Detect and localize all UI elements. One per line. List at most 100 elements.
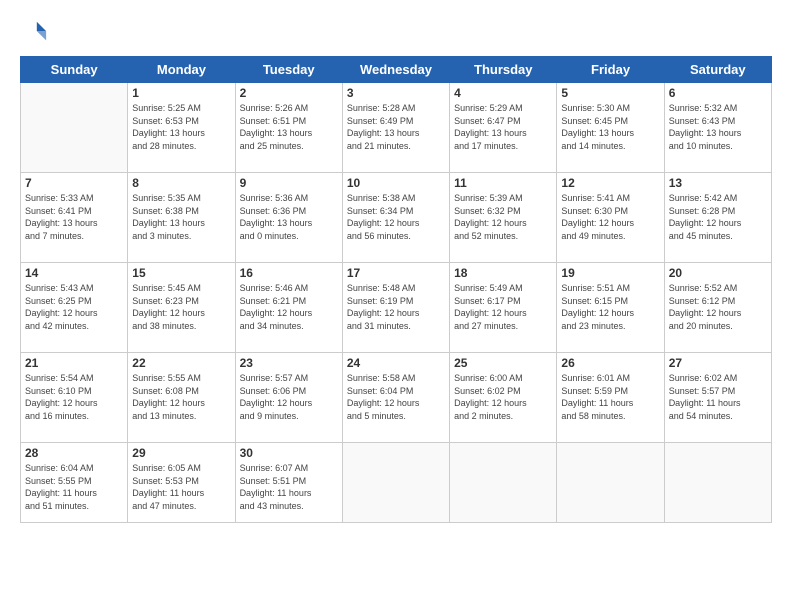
calendar-table: SundayMondayTuesdayWednesdayThursdayFrid… bbox=[20, 56, 772, 523]
calendar-cell bbox=[450, 443, 557, 523]
day-header-friday: Friday bbox=[557, 57, 664, 83]
cell-info: Sunrise: 5:42 AM Sunset: 6:28 PM Dayligh… bbox=[669, 192, 767, 242]
cell-date: 25 bbox=[454, 356, 552, 370]
calendar-cell: 21 Sunrise: 5:54 AM Sunset: 6:10 PM Dayli… bbox=[21, 353, 128, 443]
calendar-cell: 19 Sunrise: 5:51 AM Sunset: 6:15 PM Dayli… bbox=[557, 263, 664, 353]
cell-info: Sunrise: 5:25 AM Sunset: 6:53 PM Dayligh… bbox=[132, 102, 230, 152]
cell-info: Sunrise: 6:07 AM Sunset: 5:51 PM Dayligh… bbox=[240, 462, 338, 512]
calendar-cell: 13 Sunrise: 5:42 AM Sunset: 6:28 PM Dayli… bbox=[664, 173, 771, 263]
cell-date: 30 bbox=[240, 446, 338, 460]
cell-info: Sunrise: 5:41 AM Sunset: 6:30 PM Dayligh… bbox=[561, 192, 659, 242]
cell-date: 19 bbox=[561, 266, 659, 280]
cell-info: Sunrise: 5:28 AM Sunset: 6:49 PM Dayligh… bbox=[347, 102, 445, 152]
cell-date: 18 bbox=[454, 266, 552, 280]
cell-info: Sunrise: 5:51 AM Sunset: 6:15 PM Dayligh… bbox=[561, 282, 659, 332]
cell-info: Sunrise: 5:57 AM Sunset: 6:06 PM Dayligh… bbox=[240, 372, 338, 422]
cell-info: Sunrise: 5:55 AM Sunset: 6:08 PM Dayligh… bbox=[132, 372, 230, 422]
cell-date: 10 bbox=[347, 176, 445, 190]
cell-date: 9 bbox=[240, 176, 338, 190]
cell-info: Sunrise: 5:52 AM Sunset: 6:12 PM Dayligh… bbox=[669, 282, 767, 332]
calendar-cell: 15 Sunrise: 5:45 AM Sunset: 6:23 PM Dayli… bbox=[128, 263, 235, 353]
cell-info: Sunrise: 6:04 AM Sunset: 5:55 PM Dayligh… bbox=[25, 462, 123, 512]
cell-info: Sunrise: 6:00 AM Sunset: 6:02 PM Dayligh… bbox=[454, 372, 552, 422]
calendar-cell: 10Sunrise: 5:38 AM Sunset: 6:34 PM Dayli… bbox=[342, 173, 449, 263]
calendar-cell: 29 Sunrise: 6:05 AM Sunset: 5:53 PM Dayli… bbox=[128, 443, 235, 523]
cell-date: 7 bbox=[25, 176, 123, 190]
calendar-cell bbox=[557, 443, 664, 523]
cell-info: Sunrise: 5:43 AM Sunset: 6:25 PM Dayligh… bbox=[25, 282, 123, 332]
calendar-cell: 1 Sunrise: 5:25 AM Sunset: 6:53 PM Daylig… bbox=[128, 83, 235, 173]
calendar-cell: 6 Sunrise: 5:32 AM Sunset: 6:43 PM Daylig… bbox=[664, 83, 771, 173]
cell-info: Sunrise: 5:39 AM Sunset: 6:32 PM Dayligh… bbox=[454, 192, 552, 242]
day-header-monday: Monday bbox=[128, 57, 235, 83]
cell-date: 12 bbox=[561, 176, 659, 190]
cell-date: 5 bbox=[561, 86, 659, 100]
cell-date: 27 bbox=[669, 356, 767, 370]
cell-date: 22 bbox=[132, 356, 230, 370]
calendar-cell: 23 Sunrise: 5:57 AM Sunset: 6:06 PM Dayli… bbox=[235, 353, 342, 443]
calendar-cell: 3 Sunrise: 5:28 AM Sunset: 6:49 PM Daylig… bbox=[342, 83, 449, 173]
day-header-saturday: Saturday bbox=[664, 57, 771, 83]
calendar-cell: 28 Sunrise: 6:04 AM Sunset: 5:55 PM Dayli… bbox=[21, 443, 128, 523]
cell-info: Sunrise: 5:30 AM Sunset: 6:45 PM Dayligh… bbox=[561, 102, 659, 152]
calendar-cell: 26 Sunrise: 6:01 AM Sunset: 5:59 PM Dayli… bbox=[557, 353, 664, 443]
calendar-cell: 24 Sunrise: 5:58 AM Sunset: 6:04 PM Dayli… bbox=[342, 353, 449, 443]
calendar-cell: 20 Sunrise: 5:52 AM Sunset: 6:12 PM Dayli… bbox=[664, 263, 771, 353]
calendar-cell bbox=[342, 443, 449, 523]
calendar-cell: 30 Sunrise: 6:07 AM Sunset: 5:51 PM Dayli… bbox=[235, 443, 342, 523]
calendar-cell: 5 Sunrise: 5:30 AM Sunset: 6:45 PM Daylig… bbox=[557, 83, 664, 173]
cell-date: 17 bbox=[347, 266, 445, 280]
cell-date: 29 bbox=[132, 446, 230, 460]
calendar-cell: 7Sunrise: 5:33 AM Sunset: 6:41 PM Daylig… bbox=[21, 173, 128, 263]
calendar-cell: 16Sunrise: 5:46 AM Sunset: 6:21 PM Dayli… bbox=[235, 263, 342, 353]
calendar-cell: 12 Sunrise: 5:41 AM Sunset: 6:30 PM Dayli… bbox=[557, 173, 664, 263]
cell-date: 21 bbox=[25, 356, 123, 370]
cell-date: 20 bbox=[669, 266, 767, 280]
cell-info: Sunrise: 6:05 AM Sunset: 5:53 PM Dayligh… bbox=[132, 462, 230, 512]
cell-info: Sunrise: 5:32 AM Sunset: 6:43 PM Dayligh… bbox=[669, 102, 767, 152]
cell-info: Sunrise: 5:46 AM Sunset: 6:21 PM Dayligh… bbox=[240, 282, 338, 332]
cell-info: Sunrise: 5:45 AM Sunset: 6:23 PM Dayligh… bbox=[132, 282, 230, 332]
calendar-cell: 25 Sunrise: 6:00 AM Sunset: 6:02 PM Dayli… bbox=[450, 353, 557, 443]
cell-info: Sunrise: 5:49 AM Sunset: 6:17 PM Dayligh… bbox=[454, 282, 552, 332]
cell-date: 11 bbox=[454, 176, 552, 190]
cell-info: Sunrise: 5:54 AM Sunset: 6:10 PM Dayligh… bbox=[25, 372, 123, 422]
cell-info: Sunrise: 6:02 AM Sunset: 5:57 PM Dayligh… bbox=[669, 372, 767, 422]
calendar-cell: 4 Sunrise: 5:29 AM Sunset: 6:47 PM Daylig… bbox=[450, 83, 557, 173]
day-header-sunday: Sunday bbox=[21, 57, 128, 83]
cell-date: 26 bbox=[561, 356, 659, 370]
calendar-cell bbox=[664, 443, 771, 523]
logo bbox=[20, 18, 52, 46]
cell-info: Sunrise: 5:26 AM Sunset: 6:51 PM Dayligh… bbox=[240, 102, 338, 152]
cell-date: 13 bbox=[669, 176, 767, 190]
cell-info: Sunrise: 5:48 AM Sunset: 6:19 PM Dayligh… bbox=[347, 282, 445, 332]
page: SundayMondayTuesdayWednesdayThursdayFrid… bbox=[0, 0, 792, 612]
cell-date: 15 bbox=[132, 266, 230, 280]
calendar-cell: 18 Sunrise: 5:49 AM Sunset: 6:17 PM Dayli… bbox=[450, 263, 557, 353]
cell-info: Sunrise: 5:58 AM Sunset: 6:04 PM Dayligh… bbox=[347, 372, 445, 422]
cell-date: 28 bbox=[25, 446, 123, 460]
calendar-cell: 8 Sunrise: 5:35 AM Sunset: 6:38 PM Daylig… bbox=[128, 173, 235, 263]
cell-info: Sunrise: 5:36 AM Sunset: 6:36 PM Dayligh… bbox=[240, 192, 338, 242]
calendar-cell: 2Sunrise: 5:26 AM Sunset: 6:51 PM Daylig… bbox=[235, 83, 342, 173]
calendar-cell: 9 Sunrise: 5:36 AM Sunset: 6:36 PM Daylig… bbox=[235, 173, 342, 263]
cell-date: 14 bbox=[25, 266, 123, 280]
cell-date: 3 bbox=[347, 86, 445, 100]
cell-date: 6 bbox=[669, 86, 767, 100]
calendar-cell bbox=[21, 83, 128, 173]
calendar-cell: 11 Sunrise: 5:39 AM Sunset: 6:32 PM Dayli… bbox=[450, 173, 557, 263]
cell-date: 1 bbox=[132, 86, 230, 100]
calendar-cell: 22 Sunrise: 5:55 AM Sunset: 6:08 PM Dayli… bbox=[128, 353, 235, 443]
cell-date: 8 bbox=[132, 176, 230, 190]
day-header-thursday: Thursday bbox=[450, 57, 557, 83]
cell-info: Sunrise: 5:35 AM Sunset: 6:38 PM Dayligh… bbox=[132, 192, 230, 242]
cell-info: Sunrise: 6:01 AM Sunset: 5:59 PM Dayligh… bbox=[561, 372, 659, 422]
calendar-cell: 17 Sunrise: 5:48 AM Sunset: 6:19 PM Dayli… bbox=[342, 263, 449, 353]
cell-date: 24 bbox=[347, 356, 445, 370]
calendar-cell: 14 Sunrise: 5:43 AM Sunset: 6:25 PM Dayli… bbox=[21, 263, 128, 353]
cell-date: 23 bbox=[240, 356, 338, 370]
cell-date: 4 bbox=[454, 86, 552, 100]
cell-info: Sunrise: 5:29 AM Sunset: 6:47 PM Dayligh… bbox=[454, 102, 552, 152]
calendar-cell: 27 Sunrise: 6:02 AM Sunset: 5:57 PM Dayli… bbox=[664, 353, 771, 443]
day-header-row: SundayMondayTuesdayWednesdayThursdayFrid… bbox=[21, 57, 772, 83]
